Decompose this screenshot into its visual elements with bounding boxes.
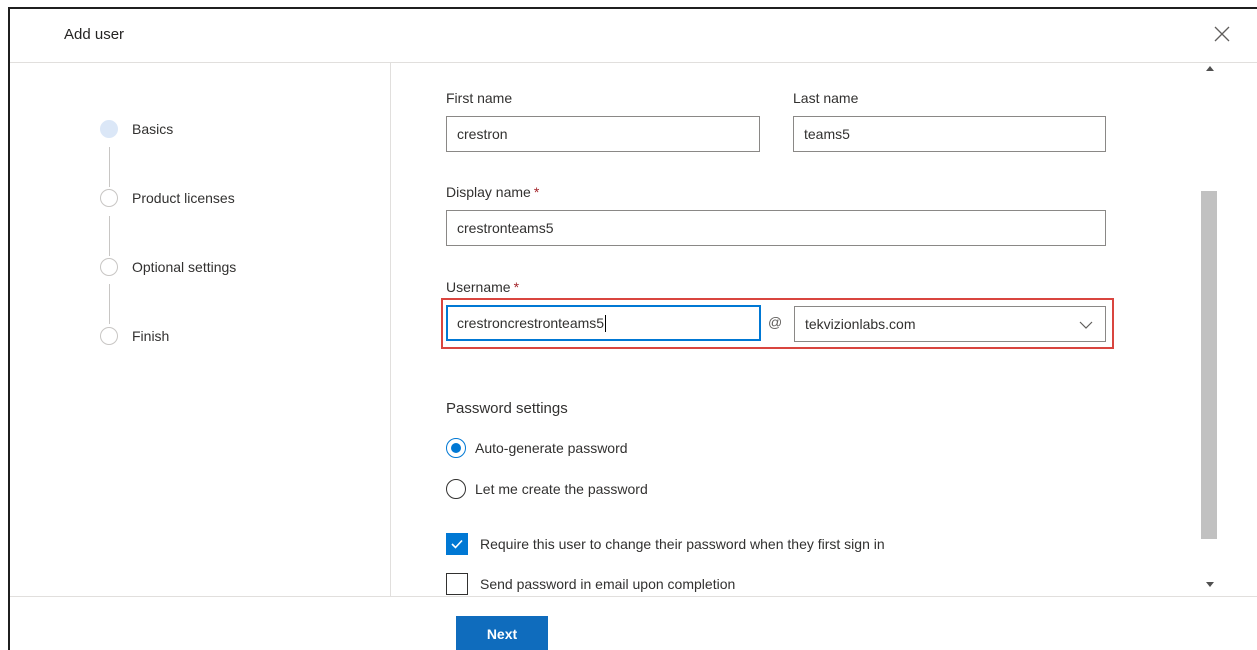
- nav-divider: [390, 63, 391, 596]
- checkbox-label: Send password in email upon completion: [480, 576, 736, 592]
- radio-auto-generate[interactable]: Auto-generate password: [446, 438, 628, 458]
- scroll-down-arrow-icon[interactable]: [1205, 579, 1215, 589]
- checkmark-icon: [451, 539, 463, 549]
- checkbox-send-email[interactable]: Send password in email upon completion: [446, 573, 735, 595]
- last-name-field[interactable]: teams5: [793, 116, 1106, 152]
- display-name-field[interactable]: crestronteams5: [446, 210, 1106, 246]
- checkbox-require-change[interactable]: Require this user to change their passwo…: [446, 533, 885, 555]
- at-sign: @: [768, 314, 783, 330]
- first-name-label: First name: [446, 90, 513, 106]
- radio-button[interactable]: [446, 479, 466, 499]
- radio-button[interactable]: [446, 438, 466, 458]
- step-label: Optional settings: [132, 259, 237, 275]
- step-indicator: [100, 258, 118, 276]
- close-icon[interactable]: [1212, 24, 1232, 44]
- username-value: crestroncrestronteams5: [457, 315, 605, 331]
- header-divider: [10, 62, 1257, 63]
- dialog-title: Add user: [64, 26, 125, 43]
- step-indicator: [100, 120, 118, 138]
- required-marker: *: [533, 184, 540, 200]
- first-name-value: crestron: [457, 126, 508, 142]
- checkbox[interactable]: [446, 573, 468, 595]
- step-connector: [109, 284, 110, 324]
- first-name-field[interactable]: crestron: [446, 116, 760, 152]
- step-indicator: [100, 327, 118, 345]
- radio-label: Auto-generate password: [475, 440, 628, 456]
- text-caret: [605, 314, 607, 332]
- required-marker: *: [513, 279, 520, 295]
- footer-divider: [10, 596, 1257, 597]
- step-product-licenses[interactable]: Product licenses: [100, 188, 235, 208]
- step-label: Basics: [132, 121, 174, 137]
- step-basics[interactable]: Basics: [100, 119, 173, 139]
- step-indicator: [100, 189, 118, 207]
- radio-label: Let me create the password: [475, 481, 648, 497]
- last-name-label: Last name: [793, 90, 859, 106]
- next-button[interactable]: Next: [456, 616, 548, 650]
- chevron-down-icon: [1079, 321, 1093, 329]
- scroll-up-arrow-icon[interactable]: [1205, 64, 1215, 74]
- checkbox[interactable]: [446, 533, 468, 555]
- display-name-value: crestronteams5: [457, 220, 554, 236]
- username-label-text: Username: [446, 279, 511, 295]
- username-label: Username *: [446, 279, 519, 295]
- display-name-label: Display name *: [446, 184, 539, 200]
- close-button[interactable]: [1212, 24, 1232, 44]
- step-connector: [109, 147, 110, 187]
- last-name-value: teams5: [804, 126, 850, 142]
- radio-manual-password[interactable]: Let me create the password: [446, 479, 648, 499]
- step-finish[interactable]: Finish: [100, 326, 169, 346]
- username-field[interactable]: crestroncrestronteams5: [446, 305, 761, 341]
- domain-value: tekvizionlabs.com: [805, 316, 916, 332]
- step-connector: [109, 216, 110, 256]
- step-label: Finish: [132, 328, 170, 344]
- step-label: Product licenses: [132, 190, 235, 206]
- display-name-label-text: Display name: [446, 184, 531, 200]
- step-optional-settings[interactable]: Optional settings: [100, 257, 236, 277]
- scrollbar-thumb[interactable]: [1201, 191, 1217, 539]
- checkbox-label: Require this user to change their passwo…: [480, 536, 885, 552]
- password-settings-title: Password settings: [446, 400, 568, 417]
- domain-dropdown[interactable]: tekvizionlabs.com: [794, 306, 1106, 342]
